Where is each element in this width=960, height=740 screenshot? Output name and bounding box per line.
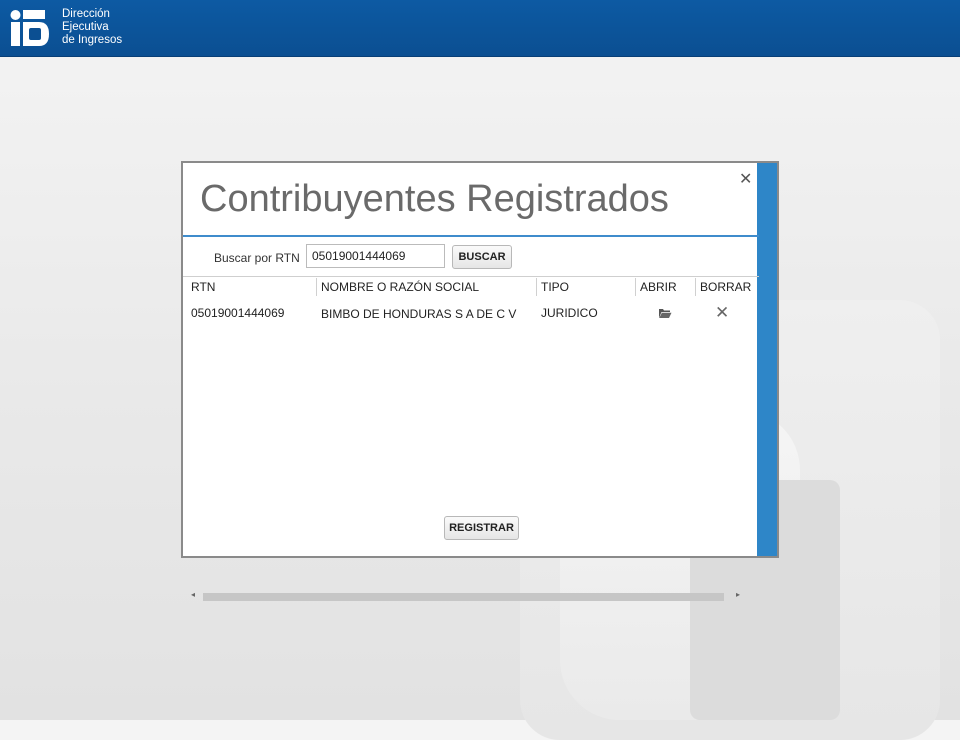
column-header-abrir: ABRIR	[640, 280, 677, 294]
column-header-tipo: TIPO	[541, 280, 570, 294]
logo-icon	[10, 10, 49, 46]
horizontal-scrollbar[interactable]	[203, 593, 724, 601]
org-name-line3: de Ingresos	[62, 34, 123, 46]
delete-icon[interactable]: ✕	[715, 304, 729, 322]
title-divider	[183, 235, 759, 237]
folder-open-icon[interactable]	[658, 307, 672, 319]
org-name: Dirección Ejecutiva de Ingresos	[62, 8, 122, 47]
column-header-nombre: NOMBRE O RAZÓN SOCIAL	[321, 280, 480, 294]
buscar-button[interactable]: BUSCAR	[452, 245, 512, 269]
org-name-line2: Ejecutiva	[62, 21, 109, 33]
scroll-left-arrow-icon[interactable]: ◂	[191, 590, 195, 599]
registrar-button[interactable]: REGISTRAR	[444, 516, 519, 540]
cell-rtn: 05019001444069	[191, 306, 285, 320]
org-name-line1: Dirección	[62, 8, 110, 20]
close-icon[interactable]: ✕	[739, 169, 752, 189]
dialog-side-bar	[757, 163, 777, 556]
rtn-search-input[interactable]	[306, 244, 445, 268]
scroll-right-arrow-icon[interactable]: ▸	[736, 590, 740, 599]
cell-nombre: BIMBO DE HONDURAS S A DE C V	[321, 307, 517, 321]
dialog-title: Contribuyentes Registrados	[200, 178, 669, 220]
column-header-borrar: BORRAR	[700, 280, 752, 294]
column-header-rtn: RTN	[191, 280, 216, 294]
search-label: Buscar por RTN	[214, 251, 300, 265]
cell-tipo: JURIDICO	[541, 306, 598, 320]
app-header: Dirección Ejecutiva de Ingresos	[0, 0, 960, 57]
contribuyentes-dialog: Contribuyentes Registrados ✕ Buscar por …	[181, 161, 779, 601]
